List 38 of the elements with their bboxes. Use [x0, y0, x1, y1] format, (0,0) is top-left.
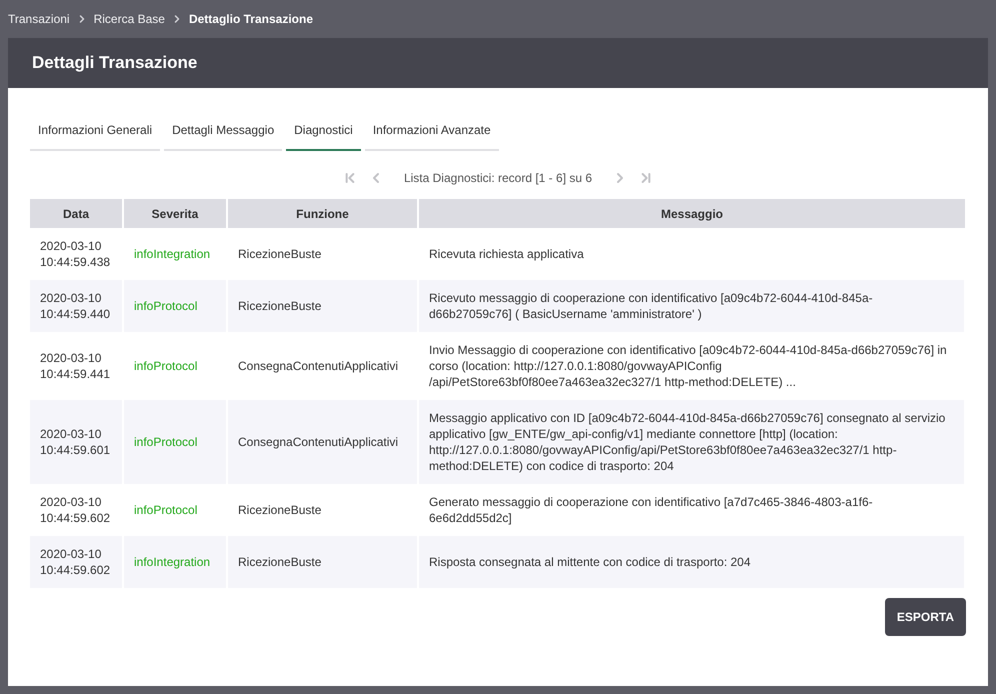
table-cell: RicezioneBuste	[227, 280, 418, 332]
table-cell: infoProtocol	[123, 332, 227, 400]
table-cell: 2020-03-10 10:44:59.441	[30, 332, 123, 400]
tab[interactable]: Diagnostici	[286, 110, 361, 151]
breadcrumb-link[interactable]: Ricerca Base	[94, 10, 165, 28]
table-cell: ConsegnaContenutiApplicativi	[227, 400, 418, 484]
table-cell: infoProtocol	[123, 400, 227, 484]
panel-title: Dettagli Transazione	[32, 52, 198, 74]
table-cell: infoIntegration	[123, 228, 227, 280]
table-cell: infoProtocol	[123, 280, 227, 332]
table-cell: 2020-03-10 10:44:59.601	[30, 400, 123, 484]
table-cell: 2020-03-10 10:44:59.602	[30, 484, 123, 536]
table-cell: 2020-03-10 10:44:59.440	[30, 280, 123, 332]
table-cell: 2020-03-10 10:44:59.602	[30, 536, 123, 588]
table-cell: Risposta consegnata al mittente con codice di trasporto: 204	[418, 536, 965, 588]
table-cell: RicezioneBuste	[227, 536, 418, 588]
table-cell: RicezioneBuste	[227, 484, 418, 536]
table-cell: 2020-03-10 10:44:59.438	[30, 228, 123, 280]
column-header: Severita	[123, 199, 227, 228]
table-cell: infoIntegration	[123, 536, 227, 588]
table-cell: Ricevuto messaggio di cooperazione con identificativo [a09c4b72-6044-410d-845a-d66b27059c76] ( BasicUsername 'amministratore' )	[418, 280, 965, 332]
tab[interactable]: Dettagli Messaggio	[164, 110, 282, 151]
table-cell: ConsegnaContenutiApplicativi	[227, 332, 418, 400]
breadcrumb-link[interactable]: Dettaglio Transazione	[188, 10, 313, 28]
table-cell: RicezioneBuste	[227, 228, 418, 280]
table-cell: Generato messaggio di cooperazione con identificativo [a7d7c465-3846-4803-a1f6-6e6d2dd55d2c]	[418, 484, 965, 536]
tab[interactable]: Informazioni Avanzate	[364, 110, 499, 151]
column-header: Messaggio	[418, 199, 965, 228]
pager-text: Lista Diagnostici: record [1 - 6] su 6	[402, 170, 594, 187]
export-button[interactable]: ESPORTA	[884, 598, 966, 636]
tab[interactable]: Informazioni Generali	[30, 110, 160, 151]
breadcrumb-link[interactable]: Transazioni	[8, 10, 70, 28]
table-cell: Messaggio applicativo con ID [a09c4b72-6044-410d-845a-d66b27059c76] consegnato al servizio applicativo [gw_ENTE/gw_api-config/v1] mediante connettore [http] (location: http://127.0.0.1:8080/govwayAPIConfig/api/PetStore63bf0f80ee7a463ea32ec327/1 http-method:DELETE) con codice di trasporto: 204	[418, 400, 965, 484]
column-header: Data	[30, 199, 123, 228]
table-cell: infoProtocol	[123, 484, 227, 536]
table-cell: Ricevuta richiesta applicativa	[418, 228, 965, 280]
column-header: Funzione	[227, 199, 418, 228]
table-cell: Invio Messaggio di cooperazione con identificativo [a09c4b72-6044-410d-845a-d66b27059c76] in corso (location: http://127.0.0.1:8080/govwayAPIConfig /api/PetStore63bf0f80ee7a463ea32ec327/1 http-method:DELETE) ...	[418, 332, 965, 400]
